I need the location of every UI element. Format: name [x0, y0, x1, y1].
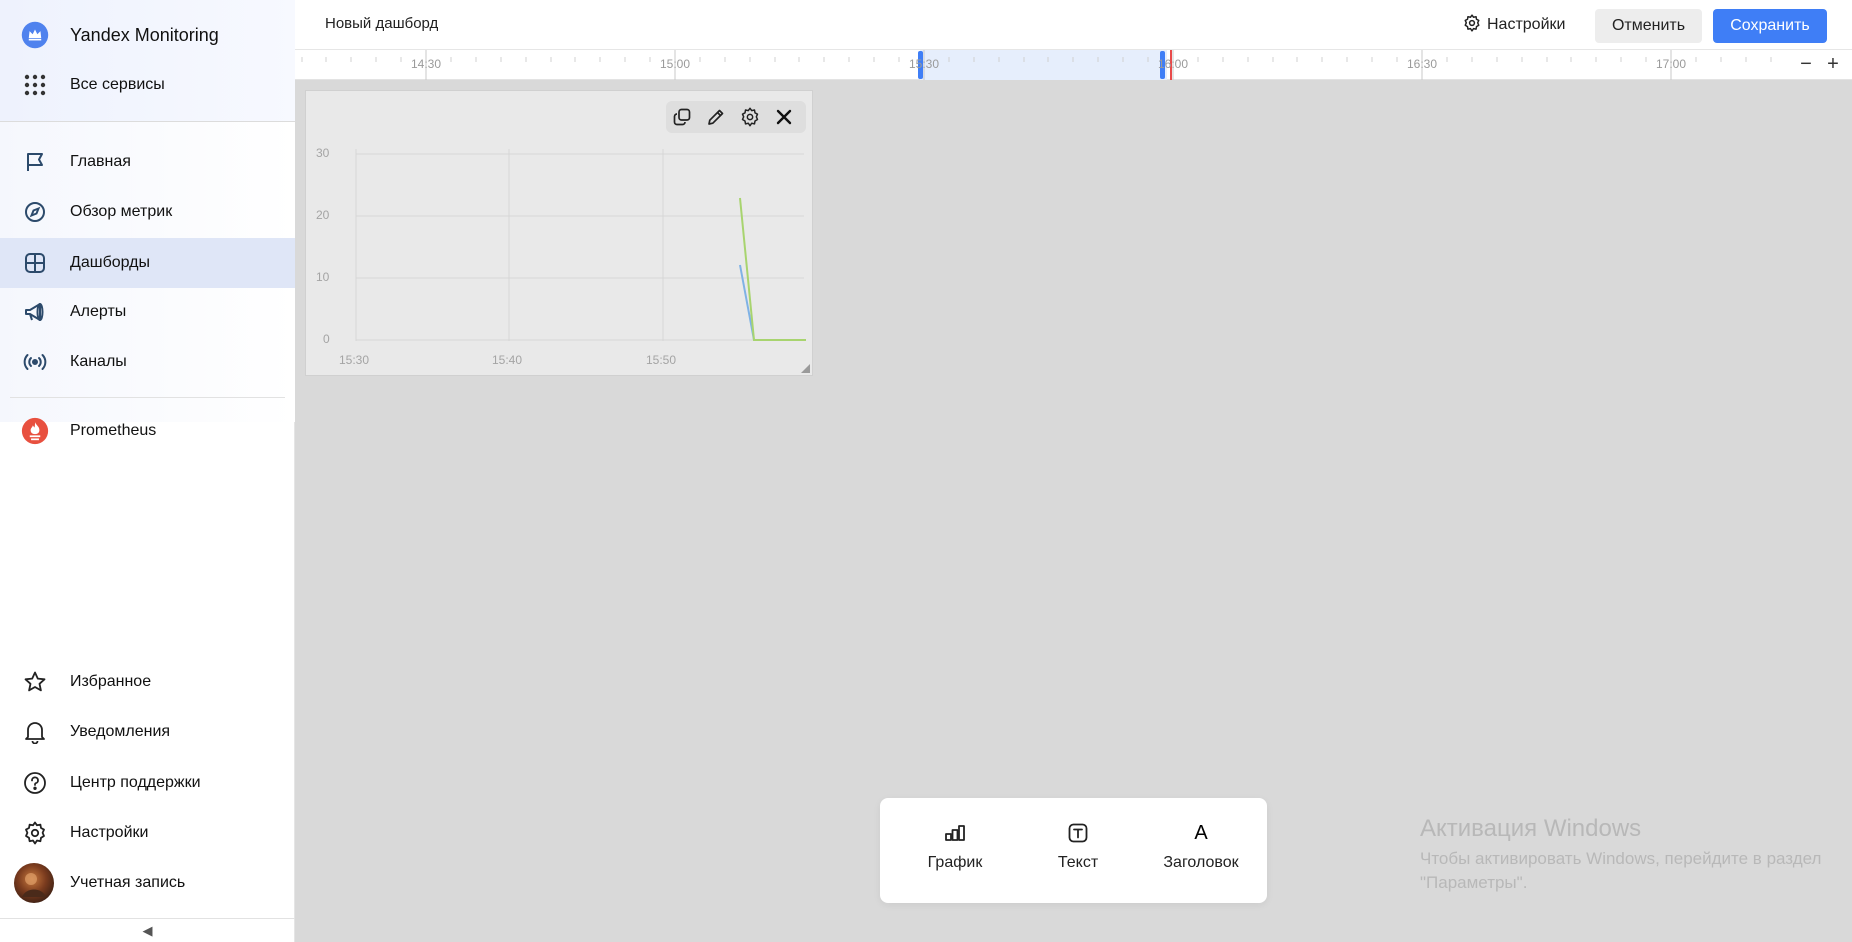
sidebar-item-label: Настройки [70, 824, 149, 841]
timeline-label: 16:30 [1406, 57, 1438, 71]
flag-icon [21, 150, 49, 174]
sidebar-item-label: Уведомления [70, 723, 171, 740]
collapse-arrow-icon: ◀ [142, 922, 153, 938]
sidebar-item-channels[interactable]: Каналы [0, 337, 295, 387]
yandex-monitoring-logo-icon [21, 21, 49, 49]
heading-letter-icon: A [1194, 821, 1208, 844]
timeline-label: 15:00 [659, 57, 691, 71]
sidebar-divider [10, 397, 285, 398]
y-axis-label: 30 [316, 146, 330, 160]
y-axis-label: 0 [323, 332, 330, 346]
windows-activation-text: Чтобы активировать Windows, перейдите в … [1420, 849, 1822, 892]
timeline-selected-range [920, 50, 1167, 80]
widget-toolbar [666, 101, 806, 133]
zoom-out-button[interactable]: − [1795, 53, 1817, 75]
sidebar: Yandex Monitoring Все сервисы Главная Об… [0, 0, 295, 942]
sidebar-item-label: Алерты [70, 303, 127, 320]
sidebar-item-settings[interactable]: Настройки [0, 808, 295, 858]
timeline-label: 14:30 [410, 57, 442, 71]
sidebar-item-favorites[interactable]: Избранное [0, 657, 295, 707]
megaphone-icon [21, 300, 49, 324]
brand-home-link[interactable]: Yandex Monitoring [0, 10, 295, 60]
sidebar-item-alerts[interactable]: Алерты [0, 287, 295, 337]
sidebar-item-label: Главная [70, 153, 131, 170]
edit-widget-button[interactable] [704, 105, 728, 129]
add-widget-panel: График Текст A Заголовок [880, 798, 1267, 903]
timeline-label: 15:30 [908, 57, 940, 71]
copy-widget-button[interactable] [670, 105, 694, 129]
add-graph-button[interactable]: График [900, 820, 1010, 884]
settings-button[interactable]: Настройки [1453, 10, 1575, 40]
add-heading-button[interactable]: A Заголовок [1146, 820, 1256, 884]
sidebar-item-account[interactable]: Учетная запись [0, 858, 295, 908]
sidebar-item-label: Центр поддержки [70, 774, 201, 791]
sidebar-item-notifications[interactable]: Уведомления [0, 707, 295, 757]
sidebar-item-label: Учетная запись [70, 874, 186, 891]
x-axis-label: 15:30 [339, 353, 370, 367]
sidebar-item-label: Каналы [70, 353, 127, 370]
sidebar-item-label: Дашборды [70, 254, 150, 271]
timeline-label: 16:00 [1157, 57, 1189, 71]
cancel-button[interactable]: Отменить [1595, 9, 1702, 43]
grid-icon [21, 73, 49, 97]
add-heading-label: Заголовок [1163, 854, 1239, 871]
sidebar-item-home[interactable]: Главная [0, 137, 295, 187]
sidebar-item-label: Prometheus [70, 422, 157, 439]
broadcast-icon [21, 350, 49, 374]
help-icon [21, 771, 49, 795]
bell-icon [21, 720, 49, 744]
resize-handle-icon[interactable] [801, 364, 810, 373]
timeline-label: 17:00 [1655, 57, 1687, 71]
collapse-sidebar-button[interactable]: ◀ [0, 918, 295, 942]
x-axis-label: 15:50 [646, 353, 677, 367]
sidebar-item-metrics-overview[interactable]: Обзор метрик [0, 187, 295, 237]
settings-label: Настройки [1487, 16, 1566, 33]
page-title[interactable]: Новый дашборд [325, 15, 438, 32]
sidebar-item-label: Избранное [70, 673, 152, 690]
close-widget-button[interactable] [772, 105, 796, 129]
graph-widget[interactable]: 30 20 10 0 15:30 15:40 15:50 [305, 90, 813, 376]
gear-icon [21, 821, 49, 845]
sidebar-item-label: Обзор метрик [70, 203, 173, 220]
zoom-in-button[interactable]: + [1822, 53, 1844, 75]
brand-label: Yandex Monitoring [70, 24, 219, 45]
top-bar: Новый дашборд Настройки Отменить Сохрани… [295, 0, 1852, 50]
prometheus-icon [21, 417, 49, 445]
sidebar-item-dashboards[interactable]: Дашборды [0, 238, 295, 288]
x-axis-label: 15:40 [492, 353, 523, 367]
sidebar-item-prometheus[interactable]: Prometheus [0, 406, 295, 456]
bar-chart-icon [944, 820, 966, 846]
star-icon [21, 670, 49, 694]
dashboard-icon [21, 251, 49, 275]
gear-icon [1463, 13, 1481, 37]
sidebar-item-support[interactable]: Центр поддержки [0, 758, 295, 808]
compass-icon [21, 200, 49, 224]
timeline[interactable]: 14:30 15:00 15:30 16:00 16:30 17:00 − + [295, 50, 1852, 80]
avatar [14, 863, 54, 903]
timeline-scale [301, 50, 1772, 80]
graph-plot [355, 149, 806, 341]
all-services-label: Все сервисы [70, 76, 165, 93]
graph-gridlines [355, 149, 804, 341]
y-axis-label: 20 [316, 208, 330, 222]
widget-settings-button[interactable] [738, 105, 762, 129]
text-box-icon [1068, 820, 1088, 846]
all-services-button[interactable]: Все сервисы [0, 60, 295, 110]
add-graph-label: График [927, 854, 983, 871]
save-button[interactable]: Сохранить [1713, 9, 1827, 43]
y-axis-label: 10 [316, 270, 330, 284]
windows-activation-title: Активация Windows [1420, 815, 1642, 842]
add-text-label: Текст [1057, 854, 1099, 871]
add-text-button[interactable]: Текст [1023, 820, 1133, 884]
